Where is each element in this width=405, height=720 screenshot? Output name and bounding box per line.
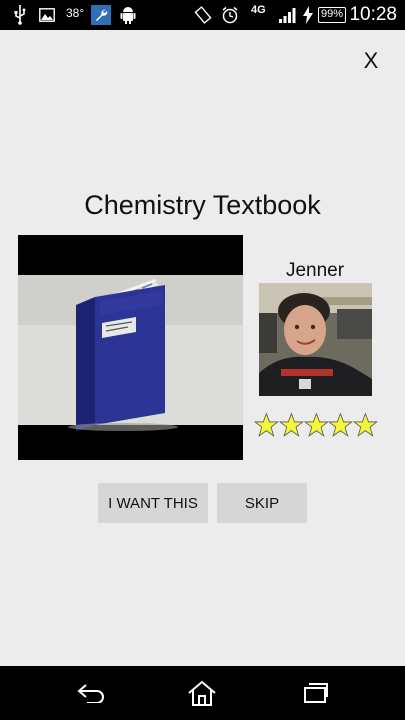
network-type-text: 4G [251,4,266,16]
recents-icon[interactable] [295,678,335,708]
usb-icon [12,5,28,25]
signal-icon [277,5,297,25]
navigation-bar [0,666,405,720]
star-icon [254,412,279,437]
star-icon [278,412,304,437]
rotate-icon [193,5,213,25]
seller-rating [254,412,378,438]
home-icon[interactable] [182,678,222,708]
star-icon [328,412,354,437]
temperature-text: 38° [66,6,85,20]
skip-button[interactable]: SKIP [217,483,307,523]
back-icon[interactable] [71,678,111,708]
alarm-icon [220,5,240,25]
close-button[interactable]: X [359,48,383,74]
charging-icon [301,5,315,25]
want-this-button[interactable]: I WANT THIS [98,483,208,523]
clock: 10:28 [349,4,397,25]
image-icon [38,5,56,25]
android-icon [119,5,137,25]
wrench-icon [91,5,111,25]
item-title: Chemistry Textbook [84,190,321,220]
star-icon [303,412,329,437]
item-photo [18,235,243,460]
seller-name: Jenner [285,260,345,281]
battery-level: 99% [318,7,346,23]
star-icon [353,412,378,437]
seller-avatar [259,283,372,396]
status-bar: 38° 4G 99% 10:28 [0,0,405,30]
